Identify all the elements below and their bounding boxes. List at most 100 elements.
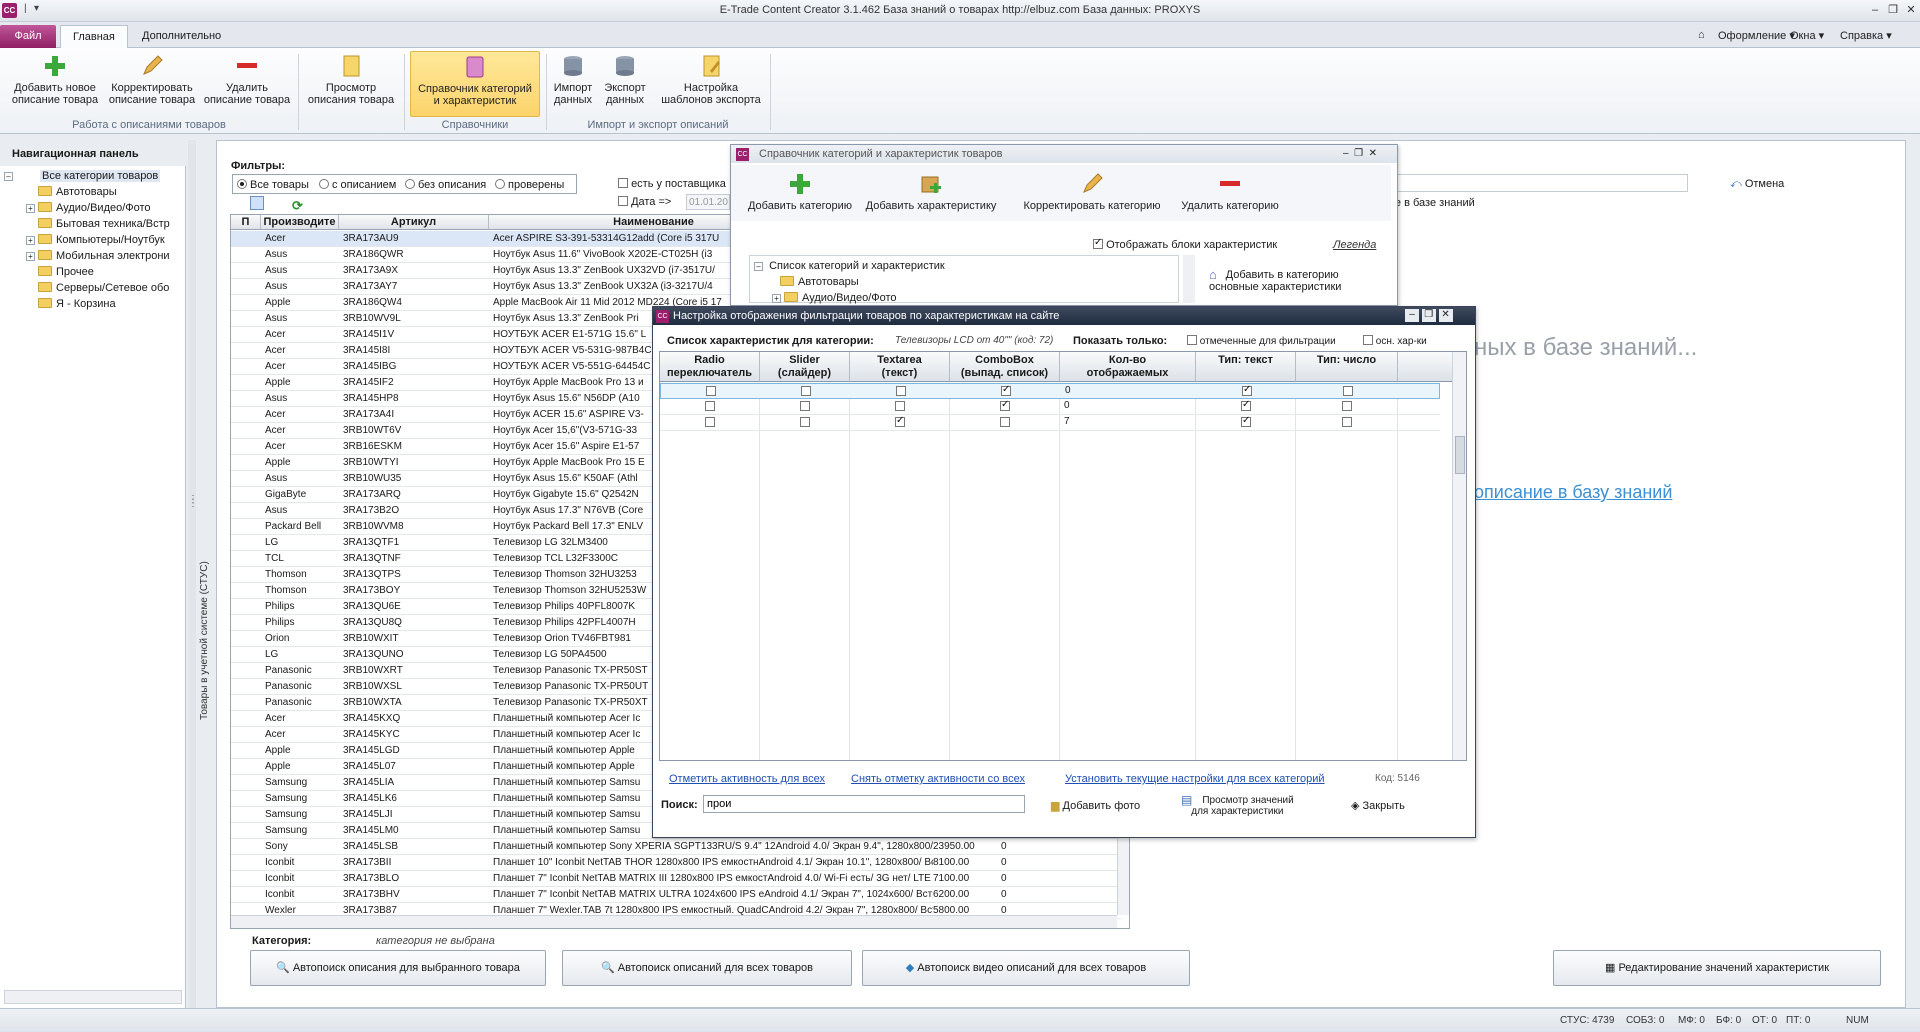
edit-description-button[interactable]: Корректировать описание товара [106, 51, 198, 117]
date-filter[interactable]: Дата => [618, 196, 671, 208]
restore-button[interactable]: ❐ [1884, 2, 1902, 18]
autosearch-all-button[interactable]: 🔍 Автопоиск описаний для всех товаров [562, 950, 852, 986]
grid-header-article[interactable]: Артикул [339, 215, 489, 230]
export-button[interactable]: Экспорт данных [600, 51, 650, 117]
edit-category-button[interactable]: Корректировать категорию [1017, 169, 1167, 235]
unmark-all-link[interactable]: Снять отметку активности со всех [851, 773, 1025, 785]
import-button[interactable]: Импорт данных [550, 51, 596, 117]
cell-checkbox[interactable] [895, 415, 905, 429]
autosearch-video-button[interactable]: ◆ Автопоиск видео описаний для всех това… [862, 950, 1190, 986]
delete-category-button[interactable]: Удалить категорию [1175, 169, 1285, 235]
catalog-tree-root[interactable]: – Список категорий и характеристик [754, 258, 945, 274]
table-row[interactable]: Iconbit 3RA173BHV Планшет 7" Iconbit NetTA… [231, 887, 1121, 903]
catalog-tree-item[interactable]: + Аудио/Видео/Фото [772, 290, 897, 306]
search-input[interactable] [703, 795, 1025, 813]
basic-chars-toggle[interactable]: осн. хар-ки [1363, 335, 1427, 347]
cell-checkbox[interactable] [1242, 384, 1252, 398]
nav-tree-item[interactable]: Бытовая техника/Встр [38, 216, 170, 232]
filter-col-header-combobox[interactable]: ComboBox (выпад. список) [950, 352, 1060, 382]
cell-count[interactable]: 0 [1064, 400, 1070, 411]
filter-table-scrollbar[interactable] [1452, 352, 1466, 760]
nav-tree-item[interactable]: + Аудио/Видео/Фото [26, 200, 151, 216]
cell-checkbox[interactable] [1001, 384, 1011, 398]
menu-design[interactable]: Оформление ▾ [1718, 29, 1795, 42]
radio-with[interactable]: с описанием [319, 179, 396, 191]
table-row[interactable]: 0 [660, 383, 1440, 399]
table-row[interactable]: Sony 3RA145LSB Планшетный компьютер Sony X… [231, 839, 1121, 855]
nav-horizontal-scrollbar[interactable] [4, 990, 182, 1004]
autosearch-selected-button[interactable]: 🔍 Автопоиск описания для выбранного това… [250, 950, 546, 986]
filter-col-header-radio[interactable]: Radio переключатель [660, 352, 760, 382]
nav-tree-item[interactable]: + Мобильная электрони [26, 248, 170, 264]
filter-col-header-type-number[interactable]: Тип: число [1296, 352, 1398, 382]
nav-tree-item[interactable]: Автотовары [38, 184, 117, 200]
cell-checkbox[interactable] [1342, 417, 1352, 429]
table-row[interactable]: 0 [660, 399, 1440, 415]
table-row[interactable]: 7 [660, 415, 1440, 431]
grid-horizontal-scrollbar[interactable] [231, 915, 1117, 928]
tree-root-label[interactable]: Все категории товаров [40, 170, 161, 182]
close-dialog-button[interactable]: ◈ Закрыть [1351, 799, 1405, 812]
tab-main[interactable]: Главная [60, 25, 128, 48]
side-tab[interactable]: Товары в учетной системе (СТУС) [196, 140, 216, 1005]
cell-count[interactable]: 7 [1064, 416, 1070, 427]
close-button[interactable]: ✕ [1902, 2, 1920, 18]
cell-checkbox[interactable] [895, 401, 905, 413]
supplier-filter[interactable]: есть у поставщика [618, 178, 726, 190]
radio-all[interactable]: Все товары [237, 179, 309, 191]
menu-help[interactable]: Справка ▾ [1840, 29, 1892, 42]
filter-col-header-count[interactable]: Кол-во отображаемых [1060, 352, 1196, 382]
cell-checkbox[interactable] [1342, 401, 1352, 413]
mark-all-link[interactable]: Отметить активность для всех [669, 773, 825, 785]
add-description-button[interactable]: Добавить новое описание товара [6, 51, 104, 117]
cell-checkbox[interactable] [1000, 399, 1010, 413]
grid-header-manufacturer[interactable]: Производите [261, 215, 339, 230]
filter-col-header-extra[interactable] [1398, 352, 1458, 382]
nav-tree-item[interactable]: Я - Корзина [38, 296, 116, 312]
expand-icon[interactable]: + [26, 236, 35, 245]
up-arrow-icon[interactable]: ⌂ [1698, 29, 1705, 41]
filter-window-controls[interactable]: – ❐ ✕ [1405, 309, 1465, 322]
cell-checkbox[interactable] [1241, 415, 1251, 429]
filter-apply-icon[interactable] [250, 196, 264, 210]
catalog-tree-scrollbar[interactable] [1183, 255, 1195, 303]
collapse-icon[interactable]: – [754, 262, 763, 271]
catalog-button[interactable]: Справочник категорий и характеристик [410, 51, 540, 117]
nav-tree-item[interactable]: + Компьютеры/Ноутбук [26, 232, 165, 248]
add-category-button[interactable]: Добавить категорию [745, 169, 855, 235]
background-input[interactable] [1376, 174, 1688, 192]
add-photo-button[interactable]: ▆ Добавить фото [1051, 799, 1140, 812]
cell-checkbox[interactable] [706, 386, 716, 398]
tab-file[interactable]: Файл [0, 25, 56, 48]
view-values-button[interactable]: ▤ Просмотр значений для характеристики [1181, 794, 1294, 817]
delete-description-button[interactable]: Удалить описание товара [200, 51, 294, 117]
add-basic-chars-button[interactable]: ⌂ Добавить в категорию основные характери… [1209, 268, 1341, 293]
splitter[interactable] [188, 140, 196, 1008]
cell-checkbox[interactable] [1241, 399, 1251, 413]
nav-tree-item[interactable]: Серверы/Сетевое обо [38, 280, 169, 296]
catalog-window-controls[interactable]: – ❐ ✕ [1343, 148, 1377, 159]
cell-count[interactable]: 0 [1065, 385, 1071, 396]
cell-checkbox[interactable] [800, 401, 810, 413]
table-row[interactable]: Iconbit 3RA173BII Планшет 10" Iconbit NetT… [231, 855, 1121, 871]
export-templates-button[interactable]: Настройка шаблонов экспорта [656, 51, 766, 117]
menu-windows[interactable]: Окна ▾ [1790, 29, 1824, 42]
marked-filter-toggle[interactable]: отмеченные для фильтрации [1187, 335, 1336, 347]
radio-checked[interactable]: проверены [495, 179, 564, 191]
cell-checkbox[interactable] [1000, 417, 1010, 429]
apply-all-categories-link[interactable]: Установить текущие настройки для всех ка… [1065, 773, 1325, 785]
view-description-button[interactable]: Просмотр описания товара [302, 51, 400, 117]
filter-col-header-slider[interactable]: Slider (слайдер) [760, 352, 850, 382]
expand-icon[interactable]: + [26, 204, 35, 213]
filter-col-header-type-text[interactable]: Тип: текст [1196, 352, 1296, 382]
radio-without[interactable]: без описания [405, 179, 486, 191]
catalog-tree-item[interactable]: Автотовары [780, 274, 859, 290]
filter-col-header-textarea[interactable]: Textarea (текст) [850, 352, 950, 382]
cell-checkbox[interactable] [801, 386, 811, 398]
cell-checkbox[interactable] [800, 417, 810, 429]
cancel-link[interactable]: ⤺ Отмена [1730, 178, 1784, 191]
splitter-grip-icon[interactable]: ⋮ ⋮ [188, 495, 198, 538]
background-add-link[interactable]: описание в базу знаний [1474, 482, 1672, 503]
edit-char-values-button[interactable]: ▦ Редактирование значений характеристик [1553, 950, 1881, 986]
nav-tree-item[interactable]: Прочее [38, 264, 94, 280]
